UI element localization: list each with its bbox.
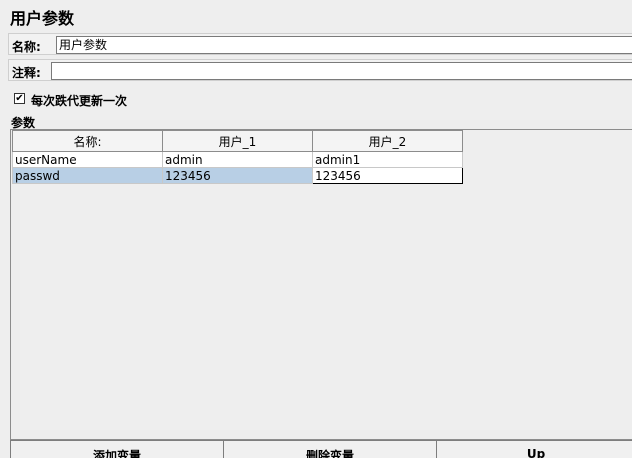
table-cell[interactable]: admin1 xyxy=(312,151,463,168)
table-cell-editor[interactable]: 123456 xyxy=(312,167,463,184)
parameters-table: 名称: 用户_1 用户_2 userName admin admin1 pass… xyxy=(12,130,463,184)
table-cell[interactable]: userName xyxy=(12,151,163,168)
delete-variable-button[interactable]: 删除变量 xyxy=(223,440,437,458)
table-cell[interactable]: 123456 xyxy=(162,167,313,184)
name-input[interactable]: 用户参数 xyxy=(56,36,632,54)
comment-label: 注释: xyxy=(12,66,41,80)
name-row: 名称: 用户参数 xyxy=(8,33,632,55)
name-label: 名称: xyxy=(12,40,41,54)
up-button[interactable]: Up xyxy=(436,440,632,458)
page-title: 用户参数 xyxy=(10,9,75,28)
comment-input[interactable] xyxy=(51,62,632,80)
column-header-user-1[interactable]: 用户_1 xyxy=(162,130,313,152)
table-cell[interactable]: admin xyxy=(162,151,313,168)
table-row[interactable]: passwd 123456 123456 xyxy=(12,167,463,184)
parameters-table-panel: 名称: 用户_1 用户_2 userName admin admin1 pass… xyxy=(10,129,632,440)
column-header-user-2[interactable]: 用户_2 xyxy=(312,130,463,152)
table-row[interactable]: userName admin admin1 xyxy=(12,151,463,168)
update-each-iteration-checkbox[interactable]: ✔ xyxy=(14,93,25,104)
update-each-iteration-label: 每次跌代更新一次 xyxy=(31,94,128,108)
column-header-name[interactable]: 名称: xyxy=(12,130,163,152)
button-bar: 添加变量 删除变量 Up xyxy=(10,440,632,458)
table-cell[interactable]: passwd xyxy=(12,167,163,184)
comment-row: 注释: xyxy=(8,59,632,81)
table-header-row: 名称: 用户_1 用户_2 xyxy=(12,130,463,152)
add-variable-button[interactable]: 添加变量 xyxy=(10,440,224,458)
